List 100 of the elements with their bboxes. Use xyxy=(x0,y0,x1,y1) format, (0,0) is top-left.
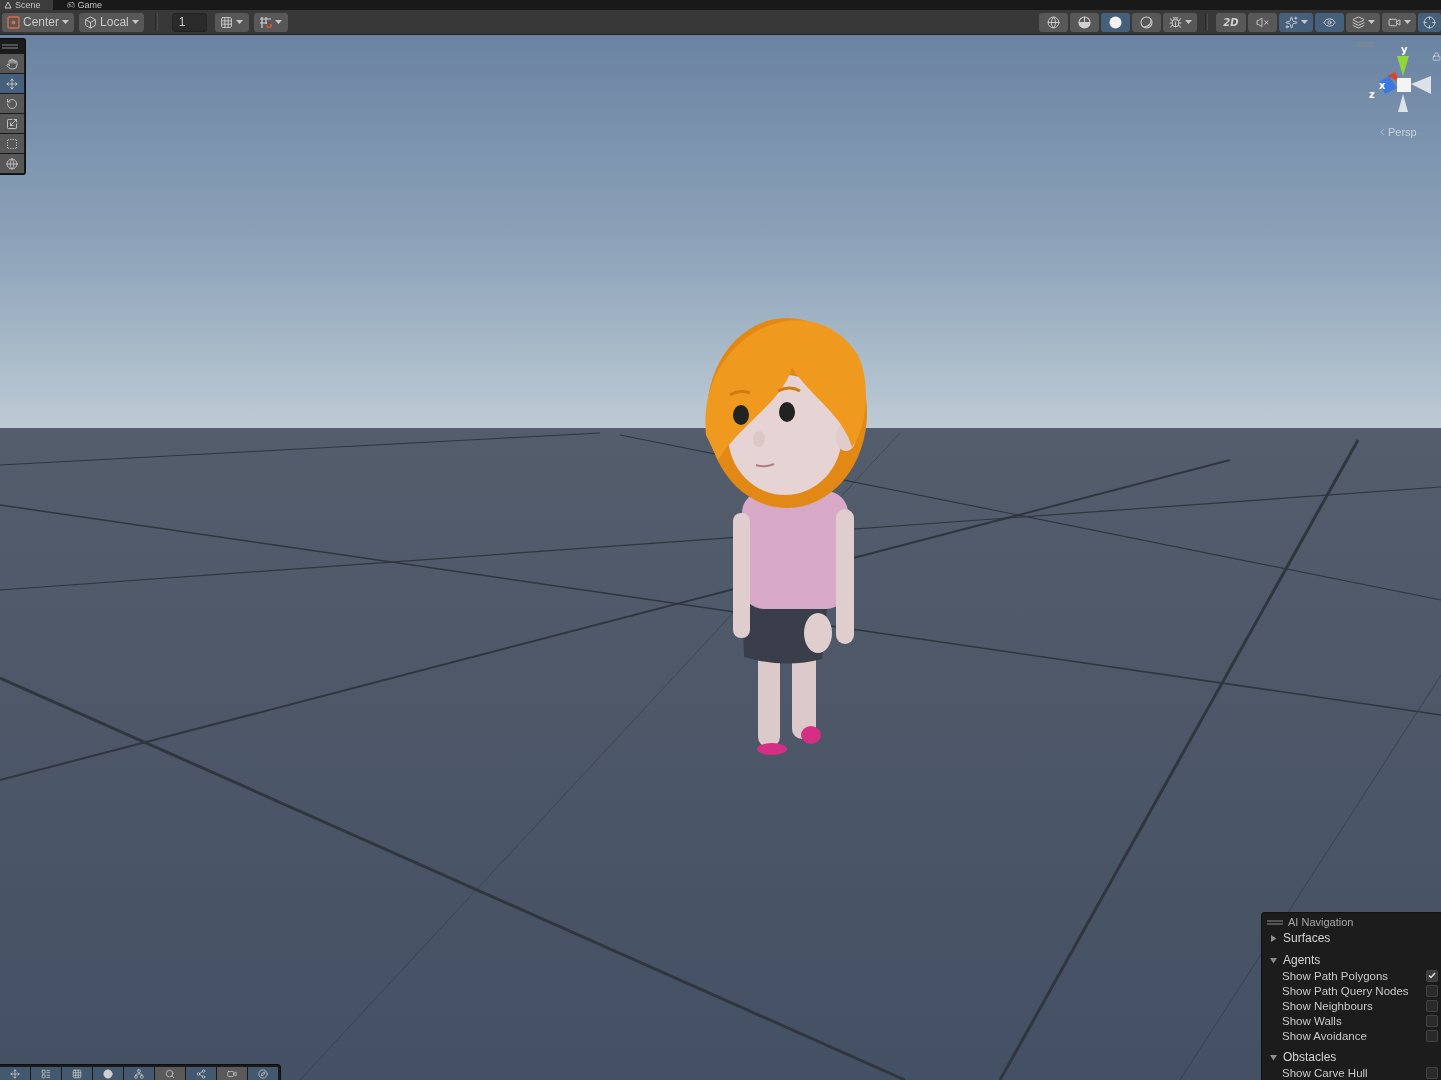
checkbox[interactable] xyxy=(1426,999,1438,1012)
video-camera-icon xyxy=(227,1068,237,1079)
rotate-tool-button[interactable] xyxy=(0,94,24,113)
option-label: Show Path Query Nodes xyxy=(1282,983,1409,998)
cube-icon xyxy=(84,15,98,29)
muted-speaker-icon xyxy=(1256,15,1269,29)
audio-toggle[interactable] xyxy=(1248,12,1277,32)
nodes-icon xyxy=(196,1068,206,1079)
z-axis-cone[interactable] xyxy=(1379,76,1397,94)
effects-dropdown[interactable] xyxy=(1279,12,1313,32)
crescent-sphere-icon xyxy=(1140,15,1153,29)
crosshair-icon xyxy=(1423,15,1436,29)
overlay-toolbar-button[interactable] xyxy=(186,1067,216,1080)
dashed-square-icon xyxy=(6,137,18,150)
caret-icon xyxy=(1300,20,1308,24)
axis-label: z xyxy=(1369,89,1375,100)
grip-icon[interactable] xyxy=(1267,920,1283,925)
option-label: Show Neighbours xyxy=(1282,998,1373,1013)
checkbox[interactable] xyxy=(1426,984,1438,997)
wireframe-mode-button[interactable] xyxy=(1039,12,1068,32)
negative-y-axis-cone[interactable] xyxy=(1398,94,1408,112)
list-icon xyxy=(41,1068,51,1079)
bug-icon xyxy=(1168,15,1182,29)
section-foldout[interactable]: Surfaces xyxy=(1262,930,1441,946)
two-d-toggle[interactable]: 2D xyxy=(1216,12,1246,32)
wireframe-sphere-icon xyxy=(1047,15,1060,29)
circle-icon xyxy=(103,1068,113,1079)
caret-icon xyxy=(275,20,283,24)
layers-dropdown[interactable] xyxy=(1346,12,1380,32)
grid-snap-dropdown[interactable] xyxy=(253,12,288,32)
option-label: Show Carve Hull xyxy=(1282,1065,1368,1080)
scene-icon xyxy=(4,1,12,9)
overlay-toolbar-button[interactable] xyxy=(248,1067,278,1080)
overlay-toolbar-button[interactable] xyxy=(217,1067,247,1080)
grid-icon xyxy=(72,1068,82,1079)
search-icon xyxy=(165,1068,175,1079)
caret-icon xyxy=(62,20,70,24)
shaded-wireframe-sphere-icon xyxy=(1078,15,1091,29)
option-label: Show Avoidance xyxy=(1282,1028,1367,1043)
eye-icon xyxy=(1323,15,1336,29)
caret-icon xyxy=(1184,20,1192,24)
overlay-toolbar-button[interactable] xyxy=(155,1067,185,1080)
transform-tool-button[interactable] xyxy=(0,154,24,173)
section-foldout[interactable]: Obstacles xyxy=(1262,1049,1441,1065)
grip-icon[interactable] xyxy=(2,43,18,49)
shaded-wireframe-mode-button[interactable] xyxy=(1070,12,1099,32)
checkmark-icon xyxy=(1428,972,1436,979)
chevron-left-icon xyxy=(1377,127,1387,137)
rect-tool-button[interactable] xyxy=(0,134,24,153)
hand-tool-button[interactable] xyxy=(0,54,24,73)
grid-visibility-dropdown[interactable] xyxy=(214,12,249,32)
layers-icon xyxy=(1351,15,1365,29)
sparkles-icon xyxy=(1284,15,1298,29)
shaded-mode-button[interactable] xyxy=(1101,12,1130,32)
hand-icon xyxy=(6,57,18,70)
move-arrows-icon xyxy=(6,77,18,90)
network-icon xyxy=(134,1068,144,1079)
gizmos-toggle[interactable] xyxy=(1418,12,1441,32)
overlay-toolbar-button[interactable] xyxy=(62,1067,92,1080)
checkbox[interactable] xyxy=(1426,969,1438,982)
scale-tool-button[interactable] xyxy=(0,114,24,133)
debug-mode-dropdown[interactable] xyxy=(1163,12,1197,32)
move-arrows-icon xyxy=(10,1068,20,1079)
y-axis-cone[interactable] xyxy=(1397,56,1409,76)
increment-snap-field[interactable]: 1 xyxy=(171,12,207,32)
camera-dropdown[interactable] xyxy=(1382,12,1416,32)
compass-icon xyxy=(258,1068,268,1079)
lock-icon xyxy=(1432,52,1441,61)
move-tool-button[interactable] xyxy=(0,74,24,93)
grid-icon xyxy=(220,15,234,29)
view-tab[interactable]: Scene xyxy=(0,0,53,10)
checkbox[interactable] xyxy=(1426,1029,1438,1042)
caret-icon xyxy=(131,20,139,24)
caret-icon xyxy=(236,20,244,24)
coordinate-space-dropdown[interactable]: Local xyxy=(79,12,144,32)
caret-icon xyxy=(1367,20,1375,24)
checkbox[interactable] xyxy=(1426,1066,1438,1079)
pivot-mode-dropdown[interactable]: Center xyxy=(2,12,75,32)
caret-icon xyxy=(1403,20,1411,24)
rotate-icon xyxy=(6,97,18,110)
unlit-mode-button[interactable] xyxy=(1132,12,1161,32)
section-foldout[interactable]: Agents xyxy=(1262,952,1441,968)
option-label: Show Walls xyxy=(1282,1013,1342,1028)
overlay-toolbar-button[interactable] xyxy=(0,1067,30,1080)
checkbox[interactable] xyxy=(1426,1014,1438,1027)
view-tab[interactable]: Game xyxy=(62,0,115,10)
solid-sphere-icon xyxy=(1109,15,1122,29)
gamepad-icon xyxy=(66,1,75,9)
option-label: Show Path Polygons xyxy=(1282,968,1389,983)
axis-label: y xyxy=(1401,44,1408,55)
grid-snap-icon xyxy=(259,15,273,29)
panel-title: AI Navigation xyxy=(1288,916,1354,929)
scale-icon xyxy=(6,117,18,130)
overlay-toolbar-button[interactable] xyxy=(93,1067,123,1080)
axis-label: x xyxy=(1379,80,1386,91)
negative-x-axis-cone[interactable] xyxy=(1411,76,1431,94)
overlay-toolbar-button[interactable] xyxy=(124,1067,154,1080)
overlay-toolbar-button[interactable] xyxy=(31,1067,61,1080)
visibility-toggle[interactable] xyxy=(1315,12,1344,32)
globe-icon xyxy=(6,157,18,170)
